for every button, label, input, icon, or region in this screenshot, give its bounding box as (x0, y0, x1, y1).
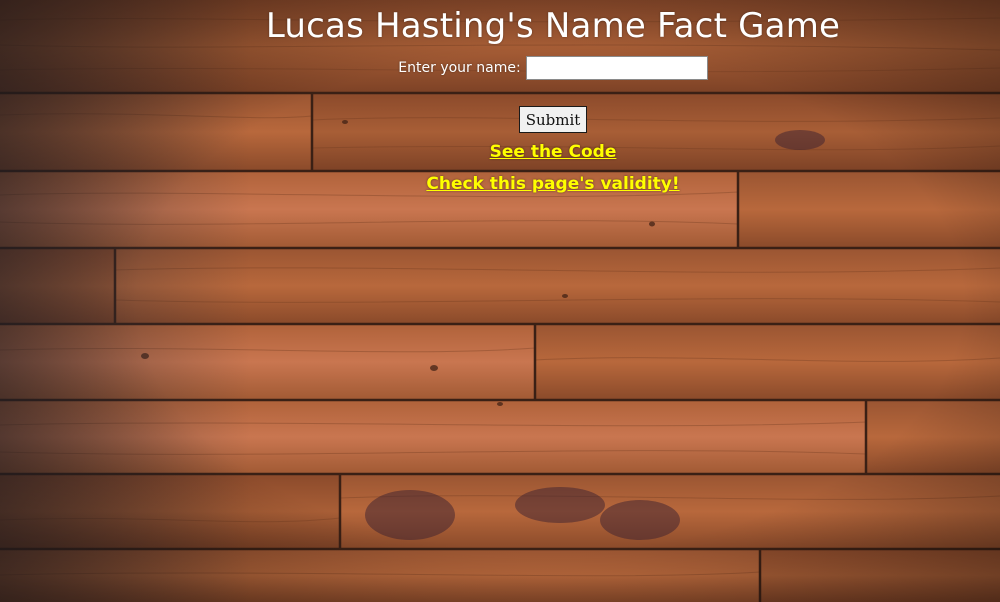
name-input[interactable] (525, 56, 708, 80)
check-validity-link[interactable]: Check this page's validity! (106, 173, 1000, 195)
submit-button[interactable]: Submit (518, 106, 588, 133)
page-title: Lucas Hasting's Name Fact Game (265, 6, 841, 46)
see-code-link[interactable]: See the Code (106, 141, 1000, 163)
name-form-row: Enter your name: (106, 53, 1000, 83)
main-content: Lucas Hasting's Name Fact Game Enter you… (106, 0, 1000, 195)
submit-row: Submit (106, 106, 1000, 134)
name-label: Enter your name: (398, 60, 521, 76)
